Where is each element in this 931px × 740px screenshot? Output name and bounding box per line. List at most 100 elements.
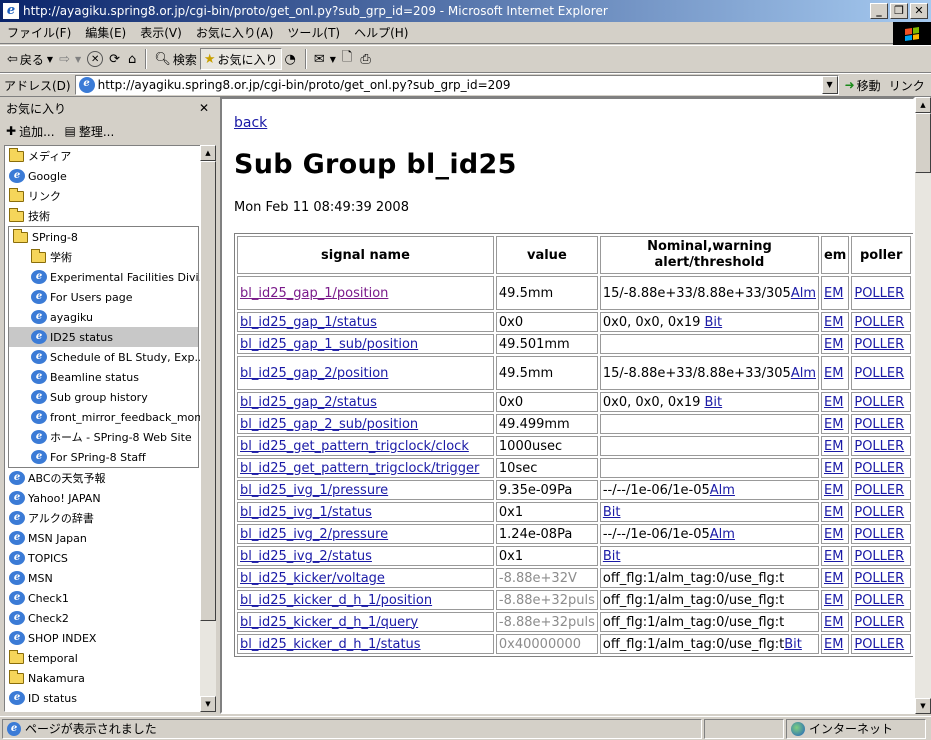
alarm-link[interactable]: Bit	[603, 505, 621, 520]
favorites-item[interactable]: e Schedule of BL Study, Exp...	[9, 347, 202, 367]
em-link[interactable]: EM	[824, 417, 843, 432]
links-toolbar[interactable]: リンク	[889, 77, 925, 94]
mail-button[interactable]: ✉ ▼	[311, 48, 339, 70]
address-url[interactable]: http://ayagiku.spring8.or.jp/cgi-bin/pro…	[98, 78, 511, 92]
favorites-button[interactable]: ★ お気に入り	[199, 48, 282, 70]
favorites-item[interactable]: e ホーム - SPring-8 Web Site	[9, 427, 198, 447]
em-link[interactable]: EM	[824, 461, 843, 476]
em-link[interactable]: EM	[824, 527, 843, 542]
restore-button[interactable]: ❐	[890, 3, 908, 19]
menu-view[interactable]: 表示(V)	[133, 24, 189, 41]
poller-link[interactable]: POLLER	[854, 461, 904, 476]
signal-link[interactable]: bl_id25_kicker_d_h_1/position	[240, 593, 432, 608]
em-link[interactable]: EM	[824, 549, 843, 564]
favorites-folder-header[interactable]: SPring-8	[9, 227, 198, 247]
favorites-item[interactable]: メディア	[5, 146, 202, 166]
back-link[interactable]: back	[234, 115, 913, 131]
signal-link[interactable]: bl_id25_kicker_d_h_1/query	[240, 615, 418, 630]
scroll-up-button[interactable]: ▲	[915, 97, 931, 113]
search-button[interactable]: 🔍︎ 検索	[151, 48, 200, 70]
print-preview-button[interactable]: 🗋︎	[339, 48, 357, 70]
favorites-item[interactable]: temporal	[5, 648, 202, 668]
home-button[interactable]: ⌂	[125, 48, 141, 70]
signal-link[interactable]: bl_id25_gap_2/status	[240, 395, 377, 410]
address-input[interactable]: e http://ayagiku.spring8.or.jp/cgi-bin/p…	[74, 75, 839, 95]
poller-link[interactable]: POLLER	[854, 366, 904, 381]
close-button[interactable]: ✕	[910, 3, 928, 19]
signal-link[interactable]: bl_id25_ivg_1/status	[240, 505, 372, 520]
menu-tools[interactable]: ツール(T)	[280, 24, 347, 41]
close-icon[interactable]: ✕	[199, 101, 209, 115]
alarm-link[interactable]: Bit	[705, 315, 723, 330]
em-link[interactable]: EM	[824, 505, 843, 520]
poller-link[interactable]: POLLER	[854, 395, 904, 410]
favorites-item[interactable]: e Beamline status	[9, 367, 198, 387]
poller-link[interactable]: POLLER	[854, 549, 904, 564]
poller-link[interactable]: POLLER	[854, 505, 904, 520]
scroll-down-button[interactable]: ▼	[915, 698, 931, 714]
back-button[interactable]: ⇦ 戻る ▼	[4, 48, 56, 70]
content-scrollbar[interactable]: ▲ ▼	[915, 97, 931, 714]
scroll-down-button[interactable]: ▼	[200, 696, 216, 712]
signal-link[interactable]: bl_id25_gap_1_sub/position	[240, 337, 418, 352]
signal-link[interactable]: bl_id25_gap_1/position	[240, 286, 388, 301]
alarm-link[interactable]: Bit	[784, 637, 802, 652]
alarm-link[interactable]: Bit	[705, 395, 723, 410]
chevron-down-icon[interactable]: ▼	[47, 55, 53, 64]
poller-link[interactable]: POLLER	[854, 615, 904, 630]
poller-link[interactable]: POLLER	[854, 593, 904, 608]
alarm-link[interactable]: Alm	[791, 366, 816, 381]
add-favorite-button[interactable]: ✚ 追加...	[6, 123, 55, 140]
alarm-link[interactable]: Alm	[710, 483, 735, 498]
signal-link[interactable]: bl_id25_gap_1/status	[240, 315, 377, 330]
poller-link[interactable]: POLLER	[854, 637, 904, 652]
signal-link[interactable]: bl_id25_gap_2_sub/position	[240, 417, 418, 432]
favorites-item[interactable]: e Yahoo! JAPAN	[5, 488, 202, 508]
favorites-scrollbar[interactable]: ▲ ▼	[200, 145, 216, 712]
favorites-item[interactable]: リンク	[5, 186, 202, 206]
favorites-item[interactable]: e アルクの辞書	[5, 508, 202, 528]
signal-link[interactable]: bl_id25_get_pattern_trigclock/trigger	[240, 461, 479, 476]
poller-link[interactable]: POLLER	[854, 527, 904, 542]
refresh-button[interactable]: ⟳	[106, 48, 125, 70]
favorites-item[interactable]: e For SPring-8 Staff	[9, 447, 198, 467]
signal-link[interactable]: bl_id25_kicker_d_h_1/status	[240, 637, 421, 652]
signal-link[interactable]: bl_id25_gap_2/position	[240, 366, 388, 381]
em-link[interactable]: EM	[824, 395, 843, 410]
signal-link[interactable]: bl_id25_ivg_1/pressure	[240, 483, 388, 498]
favorites-item[interactable]: e ayagiku	[9, 307, 198, 327]
signal-link[interactable]: bl_id25_kicker/voltage	[240, 571, 385, 586]
menu-help[interactable]: ヘルプ(H)	[347, 24, 415, 41]
stop-button[interactable]: ✕	[84, 48, 106, 70]
favorites-item[interactable]: e Check2	[5, 608, 202, 628]
favorites-item[interactable]: e MSN	[5, 568, 202, 588]
chevron-down-icon[interactable]: ▼	[330, 55, 336, 64]
poller-link[interactable]: POLLER	[854, 337, 904, 352]
poller-link[interactable]: POLLER	[854, 417, 904, 432]
history-button[interactable]: ◔	[282, 48, 301, 70]
em-link[interactable]: EM	[824, 439, 843, 454]
favorites-item[interactable]: e For Users page	[9, 287, 198, 307]
poller-link[interactable]: POLLER	[854, 483, 904, 498]
organize-favorites-button[interactable]: ▤ 整理...	[65, 123, 115, 140]
forward-button[interactable]: ⇨ ▼	[56, 48, 84, 70]
favorites-item[interactable]: e SHOP INDEX	[5, 628, 202, 648]
minimize-button[interactable]: _	[870, 3, 888, 19]
favorites-item[interactable]: 技術	[5, 206, 202, 226]
favorites-item[interactable]: e Experimental Facilities Divi...	[9, 267, 202, 287]
favorites-item[interactable]: Nakamura	[5, 668, 202, 688]
print-button[interactable]: ⎙	[357, 48, 375, 70]
chevron-down-icon[interactable]: ▼	[75, 55, 81, 64]
em-link[interactable]: EM	[824, 366, 843, 381]
go-button[interactable]: ➜ 移動	[845, 77, 881, 94]
alarm-link[interactable]: Alm	[791, 286, 816, 301]
em-link[interactable]: EM	[824, 286, 843, 301]
favorites-item[interactable]: 学術	[9, 247, 198, 267]
favorites-item[interactable]: e ID25 status	[9, 327, 198, 347]
poller-link[interactable]: POLLER	[854, 286, 904, 301]
poller-link[interactable]: POLLER	[854, 439, 904, 454]
address-dropdown-button[interactable]: ▼	[821, 76, 838, 94]
signal-link[interactable]: bl_id25_ivg_2/status	[240, 549, 372, 564]
scroll-thumb[interactable]	[200, 161, 216, 621]
em-link[interactable]: EM	[824, 315, 843, 330]
